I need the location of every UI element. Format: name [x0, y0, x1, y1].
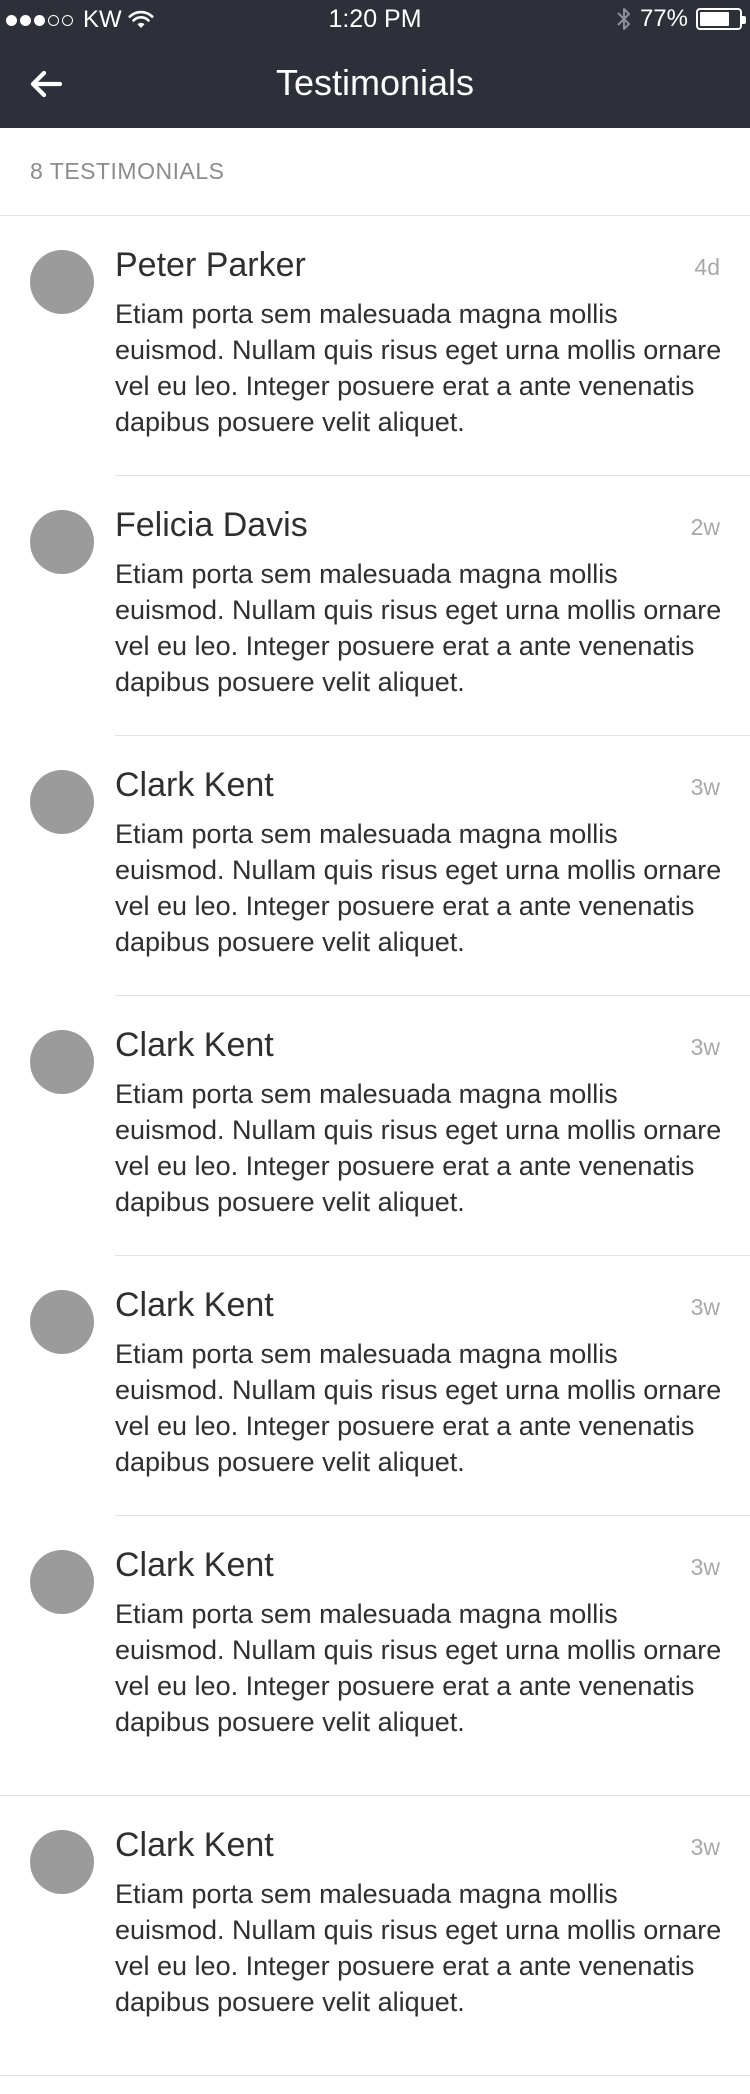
avatar	[30, 1030, 94, 1094]
testimonial-text: Etiam porta sem malesuada magna mollis e…	[115, 1599, 722, 1737]
author-name: Clark Kent	[115, 1826, 274, 1864]
testimonial-list: Peter Parker 4d Etiam porta sem malesuad…	[0, 216, 750, 2076]
testimonial-text: Etiam porta sem malesuada magna mollis e…	[115, 1339, 722, 1477]
author-name: Peter Parker	[115, 246, 306, 284]
testimonial-item[interactable]: Clark Kent 3w Etiam porta sem malesuada …	[0, 1516, 750, 1796]
status-bar: KW 1:20 PM 77%	[0, 0, 750, 40]
testimonial-text: Etiam porta sem malesuada magna mollis e…	[115, 299, 722, 437]
avatar	[30, 1290, 94, 1354]
avatar	[30, 1830, 94, 1894]
testimonial-text: Etiam porta sem malesuada magna mollis e…	[115, 1879, 722, 2017]
timestamp: 2w	[690, 514, 720, 540]
testimonial-item[interactable]: Clark Kent 3w Etiam porta sem malesuada …	[0, 996, 750, 1256]
testimonial-count: 8 TESTIMONIALS	[30, 158, 225, 184]
navigation-bar: Testimonials	[0, 40, 750, 128]
author-name: Clark Kent	[115, 766, 274, 804]
bluetooth-icon	[617, 8, 630, 30]
battery-level	[700, 12, 730, 26]
author-name: Clark Kent	[115, 1546, 274, 1584]
page-title: Testimonials	[275, 62, 475, 103]
author-name: Clark Kent	[115, 1026, 274, 1064]
timestamp: 3w	[690, 1034, 720, 1060]
avatar	[30, 510, 94, 574]
avatar	[30, 250, 94, 314]
battery-percent: 77%	[639, 5, 688, 32]
author-name: Clark Kent	[115, 1286, 274, 1324]
timestamp: 3w	[690, 774, 720, 800]
avatar	[30, 770, 94, 834]
status-right: 77%	[616, 5, 746, 33]
timestamp: 3w	[690, 1294, 720, 1320]
testimonial-text: Etiam porta sem malesuada magna mollis e…	[115, 1079, 722, 1217]
timestamp: 3w	[690, 1554, 720, 1580]
battery-cap	[742, 16, 746, 24]
testimonial-text: Etiam porta sem malesuada magna mollis e…	[115, 559, 722, 697]
testimonial-text: Etiam porta sem malesuada magna mollis e…	[115, 819, 722, 957]
testimonial-item[interactable]: Clark Kent 3w Etiam porta sem malesuada …	[0, 1796, 750, 2076]
battery-icon	[696, 8, 746, 30]
testimonial-item[interactable]: Clark Kent 3w Etiam porta sem malesuada …	[0, 1256, 750, 1516]
testimonial-count-header: 8 TESTIMONIALS	[0, 128, 750, 216]
timestamp: 3w	[690, 1834, 720, 1860]
testimonial-item[interactable]: Clark Kent 3w Etiam porta sem malesuada …	[0, 736, 750, 996]
avatar	[30, 1550, 94, 1614]
divider	[0, 2075, 750, 2076]
testimonial-item[interactable]: Peter Parker 4d Etiam porta sem malesuad…	[0, 216, 750, 476]
timestamp: 4d	[694, 254, 720, 280]
author-name: Felicia Davis	[115, 506, 308, 544]
testimonial-item[interactable]: Felicia Davis 2w Etiam porta sem malesua…	[0, 476, 750, 736]
